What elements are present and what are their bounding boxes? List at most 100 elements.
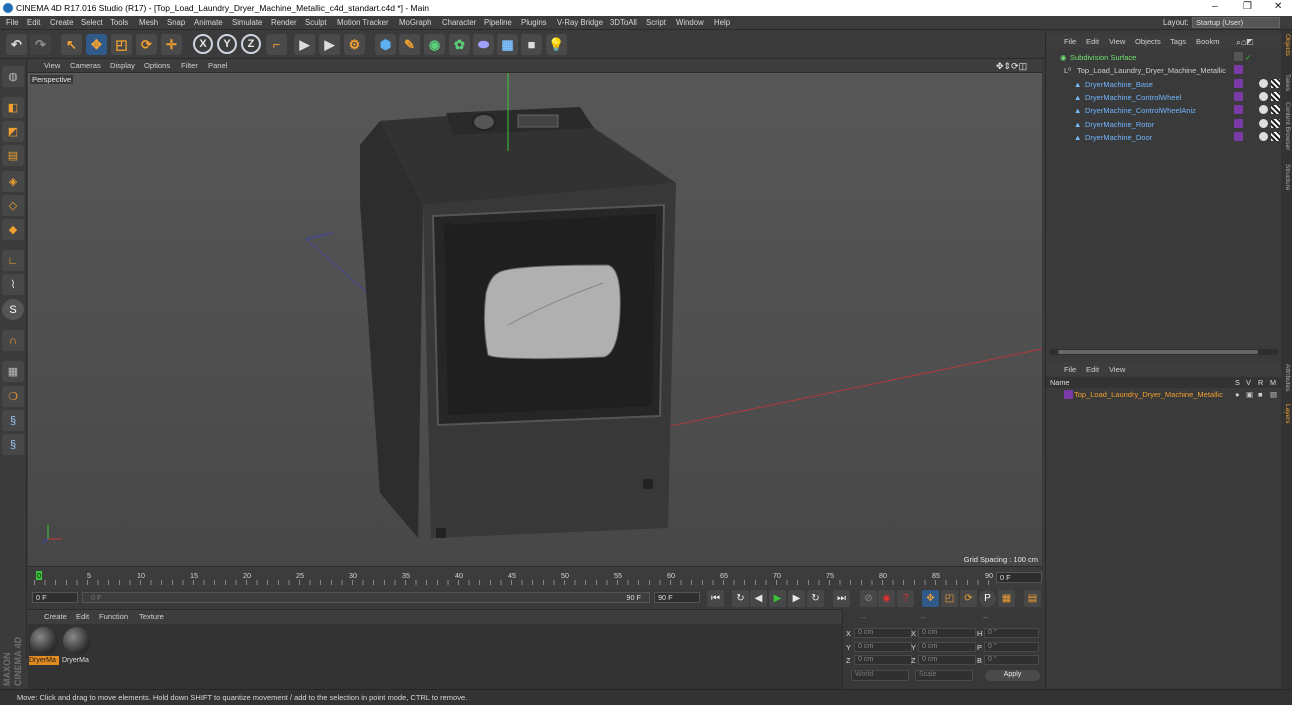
material-menu-texture[interactable]: Texture	[139, 612, 164, 621]
object-row[interactable]: ▲ DryerMachine_ControlWheel	[1046, 91, 1282, 104]
x-axis-lock-button[interactable]: X	[193, 34, 213, 54]
layout-select[interactable]: Startup (User)	[1192, 17, 1280, 28]
menu-mesh[interactable]: Mesh	[139, 18, 158, 27]
lock-workplane-icon[interactable]: ▦	[2, 361, 24, 382]
parameter-key-icon[interactable]: P	[979, 590, 996, 607]
material-swatch[interactable]: DryerMa	[29, 626, 59, 666]
workplane-icon[interactable]: ▤	[2, 145, 24, 166]
menu-simulate[interactable]: Simulate	[232, 18, 262, 27]
step-back-icon[interactable]: ◀	[750, 590, 767, 607]
timeline-end-field[interactable]: 0 F	[996, 572, 1042, 583]
menu-motion-tracker[interactable]: Motion Tracker	[337, 18, 389, 27]
objmgr-menu-file[interactable]: File	[1064, 37, 1076, 46]
tab-attributes[interactable]: Attributes	[1282, 364, 1291, 391]
viewport-menu-filter[interactable]: Filter	[181, 61, 198, 70]
objmgr-menu-objects[interactable]: Objects	[1135, 37, 1161, 46]
texture-tag-icon[interactable]	[1271, 105, 1280, 114]
render-view-icon[interactable]: ▶	[294, 34, 315, 55]
play-icon[interactable]: ▶	[769, 590, 786, 607]
texture-tag-icon[interactable]	[1271, 92, 1280, 101]
record-keys-icon[interactable]: ⊘	[860, 590, 877, 607]
polygons-mode-icon[interactable]: ◆	[2, 219, 24, 240]
viewport-menu-view[interactable]: View	[44, 61, 60, 70]
step-forward-icon[interactable]: ▶	[788, 590, 805, 607]
restore-button[interactable]: ❐	[1243, 1, 1252, 12]
texture-tag-icon[interactable]	[1271, 79, 1280, 88]
render-picture-viewer-icon[interactable]: ▶	[319, 34, 340, 55]
material-tag-icon[interactable]	[1259, 132, 1268, 141]
material-swatch[interactable]: DryerMa	[62, 626, 92, 666]
axis-mode-icon[interactable]: ∟	[2, 250, 24, 271]
tab-structure[interactable]: Structure	[1282, 164, 1291, 190]
sculpt-brush-icon[interactable]: ❍	[2, 386, 24, 407]
rotation-h-field[interactable]: 0 °	[984, 628, 1039, 638]
menu-sculpt[interactable]: Sculpt	[305, 18, 327, 27]
menu-window[interactable]: Window	[676, 18, 704, 27]
light-icon[interactable]: 💡	[546, 34, 567, 55]
3d-viewport[interactable]: Perspective Grid Spacing : 100 cm	[28, 73, 1042, 566]
scale-tool-icon[interactable]: ◰	[111, 34, 132, 55]
position-z-field[interactable]: 0 cm	[854, 655, 912, 665]
apply-button[interactable]: Apply	[985, 670, 1040, 681]
preview-range-slider[interactable]: 0 F 90 F	[82, 592, 650, 603]
scale-key-icon[interactable]: ◰	[941, 590, 958, 607]
viewport-menu-options[interactable]: Options	[144, 61, 170, 70]
menu-vray-bridge[interactable]: V-Ray Bridge	[557, 18, 603, 27]
y-axis-lock-button[interactable]: Y	[217, 34, 237, 54]
layer-color-tag[interactable]	[1234, 79, 1243, 88]
tab-layers[interactable]: Layers	[1282, 404, 1291, 424]
layermgr-menu-view[interactable]: View	[1109, 365, 1125, 374]
position-x-field[interactable]: 0 cm	[854, 628, 912, 638]
material-tag-icon[interactable]	[1259, 105, 1268, 114]
layer-solo-icon[interactable]: ●	[1235, 390, 1240, 399]
objmgr-menu-bookmarks[interactable]: Bookm	[1196, 37, 1220, 46]
menu-script[interactable]: Script	[646, 18, 666, 27]
material-menu-create[interactable]: Create	[44, 612, 67, 621]
objmgr-menu-tags[interactable]: Tags	[1170, 37, 1186, 46]
loop-icon[interactable]: ↻	[732, 590, 749, 607]
layer-color-tag[interactable]	[1234, 105, 1243, 114]
edges-mode-icon[interactable]: ◇	[2, 195, 24, 216]
viewport-nav-icons[interactable]: ✥⇕⟳◫	[996, 61, 1027, 72]
mograph-cloner-icon[interactable]: ✿	[449, 34, 470, 55]
autokey-icon[interactable]: ◉	[878, 590, 895, 607]
floor-environment-icon[interactable]: ▦	[497, 34, 518, 55]
objmgr-search-icon[interactable]: ⌕⌂◩	[1236, 37, 1253, 48]
layer-color-tag[interactable]	[1234, 132, 1243, 141]
menu-help[interactable]: Help	[714, 18, 730, 27]
viewport-menu-display[interactable]: Display	[110, 61, 135, 70]
go-to-end-icon[interactable]: ⏭	[833, 590, 850, 607]
object-row[interactable]: ◉ Subdivision Surface ✓	[1046, 51, 1282, 64]
material-tag-icon[interactable]	[1259, 119, 1268, 128]
z-axis-lock-button[interactable]: Z	[241, 34, 261, 54]
tab-takes[interactable]: Takes	[1282, 74, 1291, 91]
redo-icon[interactable]: ↷	[30, 34, 51, 55]
object-row[interactable]: L⁰ Top_Load_Laundry_Dryer_Machine_Metall…	[1046, 64, 1282, 77]
objmgr-menu-edit[interactable]: Edit	[1086, 37, 1099, 46]
keyframe-selection-icon[interactable]: ?	[897, 590, 914, 607]
snap-icon[interactable]: S	[2, 299, 24, 320]
menu-render[interactable]: Render	[271, 18, 297, 27]
tweak-mode-icon[interactable]: ⌇	[2, 274, 24, 295]
menu-pipeline[interactable]: Pipeline	[484, 18, 512, 27]
material-tag-icon[interactable]	[1259, 79, 1268, 88]
rotation-p-field[interactable]: 0 °	[984, 642, 1039, 652]
menu-tools[interactable]: Tools	[110, 18, 128, 27]
layermgr-menu-edit[interactable]: Edit	[1086, 365, 1099, 374]
object-row[interactable]: ▲ DryerMachine_Rotor	[1046, 118, 1282, 131]
menu-character[interactable]: Character	[442, 18, 476, 27]
minimize-button[interactable]: –	[1212, 1, 1218, 12]
menu-create[interactable]: Create	[50, 18, 73, 27]
magnet-icon[interactable]: ∩	[2, 330, 24, 351]
object-row[interactable]: ▲ DryerMachine_ControlWheelAniz	[1046, 104, 1282, 117]
size-x-field[interactable]: 0 cm	[918, 628, 976, 638]
menu-edit[interactable]: Edit	[27, 18, 40, 27]
material-menu-edit[interactable]: Edit	[76, 612, 89, 621]
transform-mode-select[interactable]: Scale	[915, 670, 973, 681]
objmgr-menu-view[interactable]: View	[1109, 37, 1125, 46]
current-frame-field[interactable]: 0 F	[32, 592, 78, 603]
subdivision-surface-icon[interactable]: ◉	[424, 34, 445, 55]
menu-mograph[interactable]: MoGraph	[399, 18, 432, 27]
layer-color-swatch[interactable]	[1064, 390, 1073, 399]
scrollbar-thumb[interactable]	[1058, 350, 1258, 354]
